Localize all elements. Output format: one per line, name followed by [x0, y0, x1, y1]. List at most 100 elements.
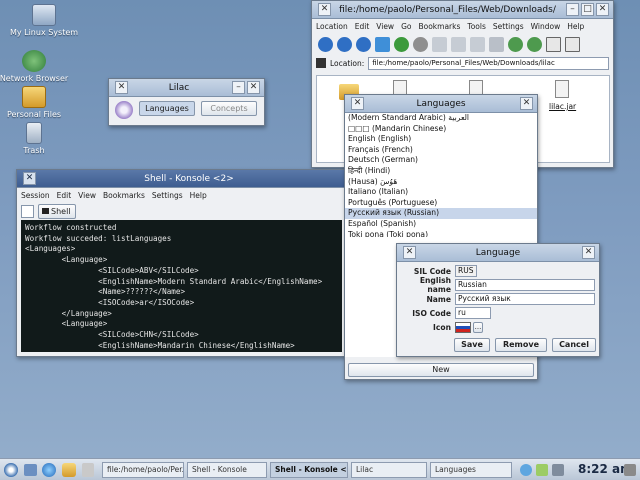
taskbar: file:/home/paolo/Per... Shell - Konsole …: [0, 458, 640, 480]
window-menu-icon[interactable]: ✕: [403, 246, 416, 259]
reload-icon[interactable]: [394, 36, 409, 52]
zoom-out-icon[interactable]: [527, 36, 542, 52]
paste-icon[interactable]: [470, 36, 485, 52]
remove-button[interactable]: Remove: [495, 338, 547, 352]
menu-edit[interactable]: Edit: [57, 191, 72, 200]
terminal-output[interactable]: Workflow constructed Workflow succeded: l…: [21, 220, 342, 352]
desktop-icon-personal-files[interactable]: Personal Files: [0, 86, 74, 119]
languages-titlebar[interactable]: ✕ Languages ✕: [345, 95, 537, 113]
kde-menu-icon[interactable]: [4, 463, 18, 477]
menu-edit[interactable]: Edit: [355, 22, 370, 31]
file-label[interactable]: lilac.jar: [549, 102, 576, 111]
menu-help[interactable]: Help: [190, 191, 207, 200]
new-language-button[interactable]: New: [348, 363, 534, 377]
menu-settings[interactable]: Settings: [493, 22, 524, 31]
tab-concepts[interactable]: Concepts: [201, 101, 257, 116]
language-list-item[interactable]: Português (Portuguese): [345, 198, 537, 209]
desktop-icon[interactable]: [24, 464, 37, 476]
menu-help[interactable]: Help: [567, 22, 584, 31]
home-launcher-icon[interactable]: [62, 463, 76, 477]
konsole-titlebar[interactable]: ✕ Shell - Konsole <2>: [17, 170, 346, 188]
language-list-item[interactable]: English (English): [345, 134, 537, 145]
language-list-item[interactable]: (Hausa) هَوُسَ: [345, 177, 537, 188]
minimize-button[interactable]: –: [232, 81, 245, 94]
menu-settings[interactable]: Settings: [152, 191, 183, 200]
view-list-icon[interactable]: [565, 36, 580, 52]
task-shell-konsole[interactable]: Shell - Konsole: [187, 462, 267, 478]
menu-bookmarks[interactable]: Bookmarks: [418, 22, 460, 31]
forward-arrow-icon[interactable]: [356, 36, 371, 52]
menu-location[interactable]: Location: [316, 22, 348, 31]
print-icon[interactable]: [489, 36, 504, 52]
close-button[interactable]: ✕: [247, 81, 260, 94]
maximize-button[interactable]: □: [581, 3, 594, 16]
lilac-titlebar[interactable]: ✕ Lilac – ✕: [109, 79, 264, 97]
language-list-item[interactable]: Español (Spanish): [345, 219, 537, 230]
browser-launcher-icon[interactable]: [42, 463, 56, 477]
language-list-item[interactable]: (Modern Standard Arabic) العربية: [345, 113, 537, 124]
window-menu-icon[interactable]: ✕: [115, 81, 128, 94]
close-button[interactable]: ✕: [596, 3, 609, 16]
new-session-icon[interactable]: [21, 205, 34, 218]
language-list-item[interactable]: Français (French): [345, 145, 537, 156]
choose-icon-button[interactable]: ...: [473, 321, 483, 333]
window-menu-icon[interactable]: ✕: [23, 172, 36, 185]
name-field[interactable]: Русский язык: [455, 293, 595, 305]
menu-window[interactable]: Window: [531, 22, 561, 31]
task-shell-konsole-2[interactable]: Shell - Konsole <2>: [270, 462, 348, 478]
icon-row: Icon ...: [397, 320, 483, 334]
stop-icon[interactable]: [413, 36, 428, 52]
feather-launcher-icon[interactable]: [82, 463, 94, 477]
tray-clipboard-icon[interactable]: [536, 464, 548, 476]
desktop-icon-trash[interactable]: Trash: [0, 122, 74, 155]
save-button[interactable]: Save: [454, 338, 490, 352]
language-dialog-titlebar[interactable]: ✕ Language ✕: [397, 244, 599, 262]
task-lilac[interactable]: Lilac: [351, 462, 427, 478]
desktop-icon-my-linux-system[interactable]: My Linux System: [4, 4, 84, 37]
menu-tools[interactable]: Tools: [467, 22, 485, 31]
language-list-item[interactable]: Toki pona (Toki pona): [345, 230, 537, 237]
minimize-button[interactable]: –: [566, 3, 579, 16]
jar-file-icon[interactable]: [555, 80, 569, 98]
menu-view[interactable]: View: [376, 22, 394, 31]
language-list-item[interactable]: Deutsch (German): [345, 155, 537, 166]
home-icon[interactable]: [375, 36, 390, 52]
logout-icon[interactable]: [624, 464, 636, 476]
view-mode-icon[interactable]: [546, 36, 561, 52]
clear-location-icon[interactable]: [316, 58, 326, 68]
location-input[interactable]: file:/home/paolo/Personal_Files/Web/Down…: [368, 56, 609, 70]
up-arrow-icon[interactable]: [318, 36, 333, 52]
task-languages[interactable]: Languages: [430, 462, 512, 478]
language-list-item[interactable]: Italiano (Italian): [345, 187, 537, 198]
language-list-item[interactable]: □□□ (Mandarin Chinese): [345, 124, 537, 135]
terminal-line: <Language>: [25, 319, 108, 329]
browser-titlebar[interactable]: ✕ file:/home/paolo/Personal_Files/Web/Do…: [312, 1, 613, 19]
tab-languages[interactable]: Languages: [139, 101, 195, 116]
menu-bookmarks[interactable]: Bookmarks: [103, 191, 145, 200]
english-name-field[interactable]: Russian: [455, 279, 595, 291]
tab-shell[interactable]: Shell: [38, 204, 76, 219]
close-button[interactable]: ✕: [520, 97, 533, 110]
computer-icon: [32, 4, 56, 26]
cut-icon[interactable]: [432, 36, 447, 52]
tray-network-icon[interactable]: [520, 464, 532, 476]
menu-view[interactable]: View: [78, 191, 96, 200]
terminal-line: <EnglishName>Mandarin Chinese</EnglishNa…: [25, 340, 295, 350]
iso-code-field[interactable]: ru: [455, 307, 491, 319]
window-menu-icon[interactable]: ✕: [318, 3, 331, 16]
back-arrow-icon[interactable]: [337, 36, 352, 52]
close-button[interactable]: ✕: [582, 246, 595, 259]
task-file-browser[interactable]: file:/home/paolo/Per...: [102, 462, 184, 478]
zoom-in-icon[interactable]: [508, 36, 523, 52]
menu-session[interactable]: Session: [21, 191, 50, 200]
copy-icon[interactable]: [451, 36, 466, 52]
sil-code-field[interactable]: RUS: [455, 265, 477, 277]
language-list-item[interactable]: Русский язык (Russian): [345, 208, 537, 219]
cancel-button[interactable]: Cancel: [552, 338, 596, 352]
desktop-icon-network-browser[interactable]: Network Browser: [0, 50, 74, 83]
flag-icon: [455, 321, 471, 333]
language-list-item[interactable]: हिन्दी (Hindi): [345, 166, 537, 177]
menu-go[interactable]: Go: [401, 22, 411, 31]
window-menu-icon[interactable]: ✕: [351, 97, 364, 110]
tray-volume-icon[interactable]: [552, 464, 564, 476]
